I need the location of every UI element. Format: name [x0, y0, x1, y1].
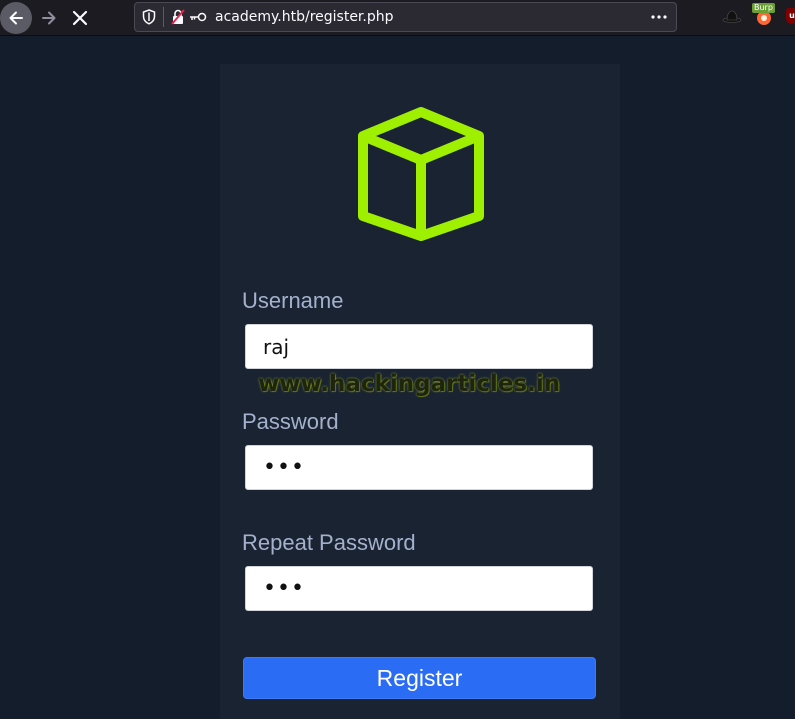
stop-icon: [72, 10, 88, 26]
shield-icon[interactable]: [142, 9, 156, 25]
password-value: •••: [263, 455, 305, 480]
back-button[interactable]: [0, 2, 32, 34]
more-icon[interactable]: [650, 9, 668, 25]
forward-button[interactable]: [33, 2, 65, 34]
browser-toolbar: academy.htb/register.php Burp u: [0, 0, 795, 36]
forward-arrow-icon: [42, 11, 56, 25]
ublock-icon[interactable]: u: [786, 8, 795, 24]
insecure-lock-icon[interactable]: [171, 9, 185, 25]
back-arrow-icon: [9, 11, 23, 25]
hat-icon[interactable]: [722, 9, 742, 23]
url-bar[interactable]: academy.htb/register.php: [134, 2, 677, 32]
repeat-password-value: •••: [263, 576, 305, 601]
username-label: Username: [242, 288, 344, 313]
repeat-password-input[interactable]: •••: [245, 566, 593, 611]
repeat-password-label: Repeat Password: [242, 530, 416, 555]
url-text[interactable]: academy.htb/register.php: [215, 9, 394, 25]
password-label: Password: [242, 409, 339, 434]
key-icon[interactable]: [189, 11, 207, 23]
username-value: raj: [263, 334, 290, 359]
watermark: www.hackingarticles.in: [258, 371, 561, 397]
cube-logo-icon: [358, 107, 484, 241]
burp-badge: Burp: [752, 3, 775, 13]
register-button[interactable]: Register: [243, 657, 596, 699]
url-separator: [163, 7, 164, 27]
stop-button[interactable]: [64, 2, 96, 34]
username-input[interactable]: raj: [245, 324, 593, 369]
password-input[interactable]: •••: [245, 445, 593, 490]
